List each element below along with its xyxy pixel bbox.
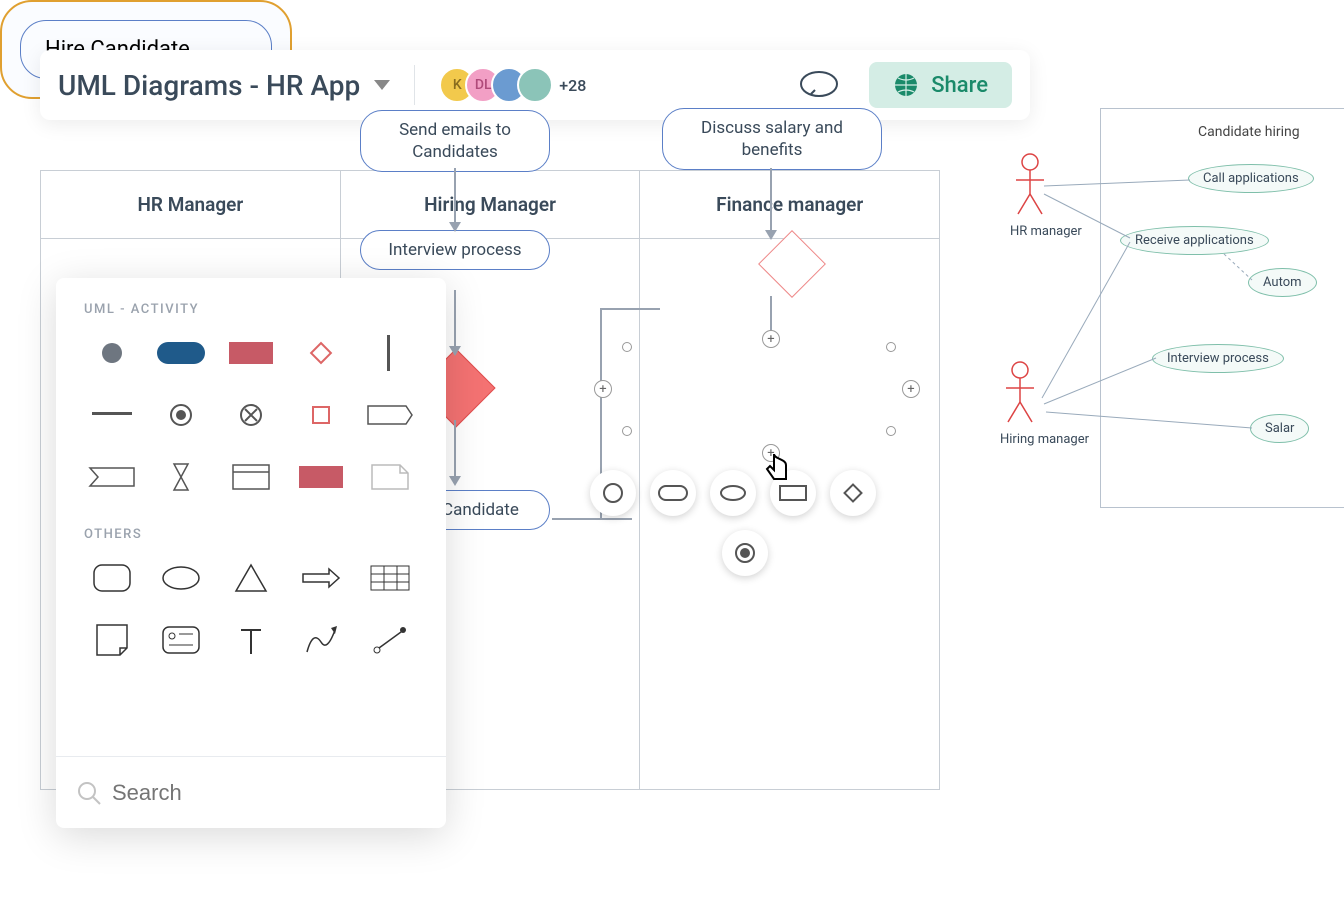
connector[interactable] xyxy=(454,420,456,484)
comment-icon[interactable] xyxy=(799,70,839,100)
shape-note[interactable] xyxy=(358,455,422,499)
add-connector-top[interactable]: + xyxy=(762,330,780,348)
section-title-others: OTHERS xyxy=(56,527,446,542)
globe-icon xyxy=(893,72,919,98)
lane-header: HR Manager xyxy=(41,171,340,239)
cursor-pointer-icon xyxy=(758,446,800,488)
connector[interactable] xyxy=(454,290,456,354)
shape-rect-filled-2[interactable] xyxy=(289,455,353,499)
shape-rect-filled[interactable] xyxy=(219,331,283,375)
quick-shape-diamond[interactable] xyxy=(830,470,876,516)
shape-signal-receive[interactable] xyxy=(80,455,144,499)
divider xyxy=(414,65,415,105)
uml-shapes-grid xyxy=(56,331,446,499)
usecase-connectors xyxy=(980,108,1320,548)
shape-initial-node[interactable] xyxy=(80,331,144,375)
quick-shape-target[interactable] xyxy=(722,530,768,576)
quick-shape-circle[interactable] xyxy=(590,470,636,516)
shape-action-filled[interactable] xyxy=(150,331,214,375)
selection-handle[interactable] xyxy=(886,426,896,436)
usecase-diagram[interactable]: Candidate hiring HR manager Hiring manag… xyxy=(980,108,1320,548)
shapes-search-input[interactable] xyxy=(112,780,426,806)
shape-rounded-rect[interactable] xyxy=(80,556,144,600)
shape-connector-line[interactable] xyxy=(358,618,422,662)
add-connector-left[interactable]: + xyxy=(594,380,612,398)
quick-shape-ellipse[interactable] xyxy=(710,470,756,516)
shape-card[interactable] xyxy=(150,618,214,662)
shape-ellipse[interactable] xyxy=(150,556,214,600)
top-toolbar: UML Diagrams - HR App K DL +28 Share xyxy=(40,50,1030,120)
add-connector-right[interactable]: + xyxy=(902,380,920,398)
document-dropdown-caret[interactable] xyxy=(374,80,390,90)
shape-signal-send[interactable] xyxy=(358,393,422,437)
lane-header: Hiring Manager xyxy=(341,171,640,239)
shape-final-node[interactable] xyxy=(150,393,214,437)
arrowhead-icon xyxy=(449,346,461,356)
shape-table[interactable] xyxy=(358,556,422,600)
selection-handle[interactable] xyxy=(886,342,896,352)
avatar[interactable] xyxy=(517,67,553,103)
shapes-search-row xyxy=(56,756,446,828)
shape-arrow[interactable] xyxy=(289,556,353,600)
search-icon xyxy=(76,780,102,806)
connector[interactable] xyxy=(600,308,660,310)
shapes-panel: UML - ACTIVITY OTHERS xyxy=(56,278,446,828)
connector[interactable] xyxy=(552,518,632,520)
shape-text[interactable] xyxy=(219,618,283,662)
shape-partition[interactable] xyxy=(219,455,283,499)
collaborators[interactable]: K DL +28 xyxy=(439,67,586,103)
arrowhead-icon xyxy=(449,222,461,232)
shape-vertical-bar[interactable] xyxy=(358,331,422,375)
others-shapes-grid xyxy=(56,556,446,662)
connector[interactable] xyxy=(454,168,456,230)
arrowhead-icon xyxy=(765,230,777,240)
shape-hourglass[interactable] xyxy=(150,455,214,499)
avatar-more-count[interactable]: +28 xyxy=(559,76,586,95)
shape-triangle[interactable] xyxy=(219,556,283,600)
activity-discuss-salary[interactable]: Discuss salary and benefits xyxy=(662,108,882,170)
lane-header: Finance manager xyxy=(640,171,939,239)
shape-flow-final[interactable] xyxy=(219,393,283,437)
shape-horizontal-bar[interactable] xyxy=(80,393,144,437)
quick-shape-rounded[interactable] xyxy=(650,470,696,516)
activity-send-emails[interactable]: Send emails to Candidates xyxy=(360,110,550,172)
connector[interactable] xyxy=(770,168,772,238)
section-title-uml: UML - ACTIVITY xyxy=(56,302,446,317)
share-button[interactable]: Share xyxy=(869,62,1012,108)
arrowhead-icon xyxy=(449,476,461,486)
activity-interview[interactable]: Interview process xyxy=(360,230,550,270)
document-title[interactable]: UML Diagrams - HR App xyxy=(58,69,360,102)
share-label: Share xyxy=(931,73,988,98)
shape-decision-outline[interactable] xyxy=(289,331,353,375)
shape-object-node[interactable] xyxy=(289,393,353,437)
shape-sticky-note[interactable] xyxy=(80,618,144,662)
selection-handle[interactable] xyxy=(622,342,632,352)
shape-freehand[interactable] xyxy=(289,618,353,662)
selection-handle[interactable] xyxy=(622,426,632,436)
